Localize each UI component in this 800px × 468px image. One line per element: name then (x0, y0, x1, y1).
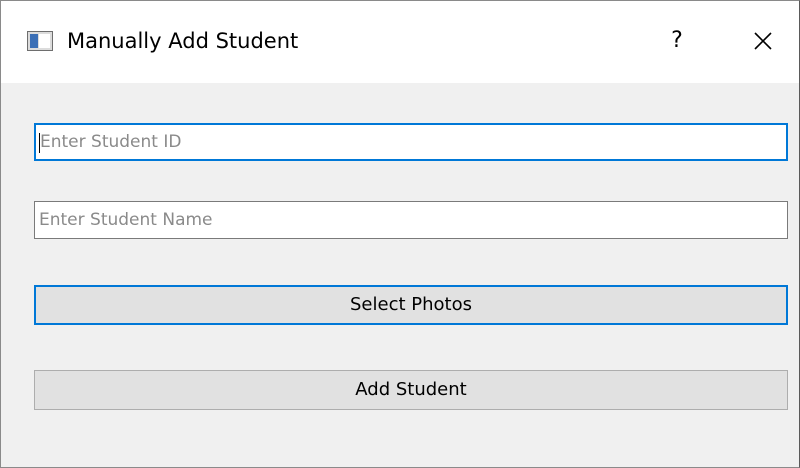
help-button[interactable]: ? (657, 21, 697, 61)
add-student-button[interactable]: Add Student (34, 370, 788, 410)
window-title: Manually Add Student (67, 29, 299, 53)
close-icon (754, 32, 772, 50)
student-name-input[interactable] (34, 201, 788, 239)
text-caret (39, 133, 40, 153)
title-bar[interactable]: Manually Add Student ? (1, 1, 799, 83)
dialog-window: Manually Add Student ? Select Photos Add… (0, 0, 800, 468)
close-button[interactable] (743, 21, 783, 61)
select-photos-button[interactable]: Select Photos (34, 285, 788, 325)
student-id-input[interactable] (34, 123, 788, 161)
window-app-icon (27, 31, 53, 51)
